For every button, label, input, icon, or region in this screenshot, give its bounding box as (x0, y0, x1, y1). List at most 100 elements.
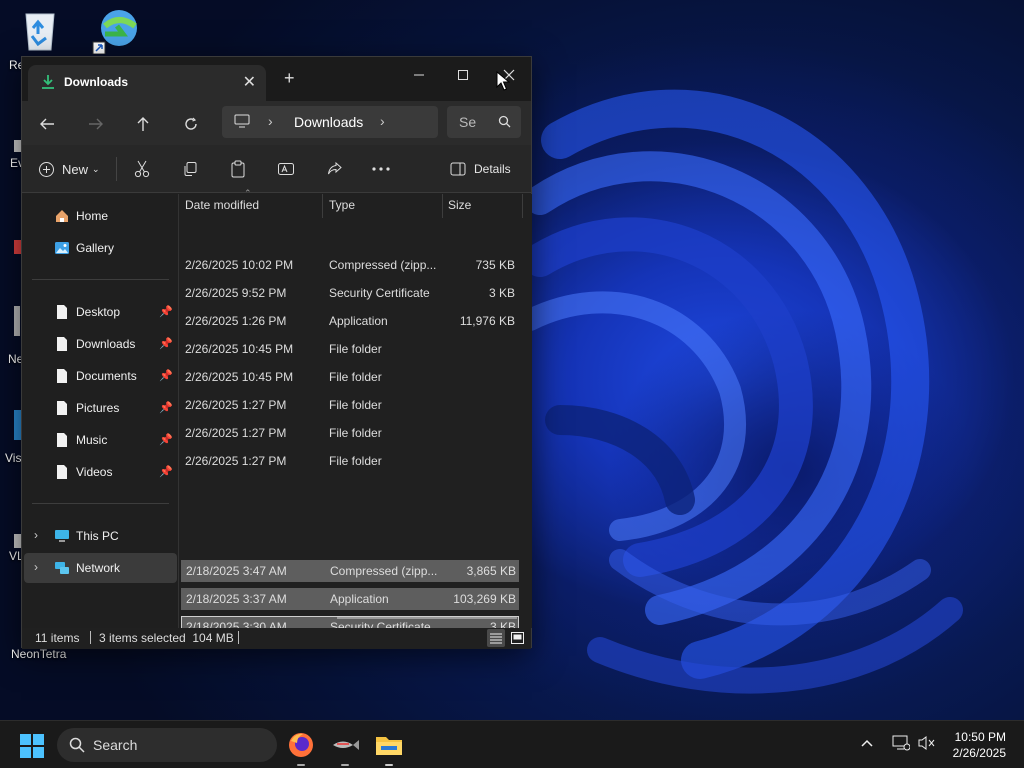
volume-muted-icon (918, 736, 935, 750)
rename-button[interactable] (277, 157, 295, 181)
up-button[interactable] (130, 111, 156, 137)
recycle-bin-icon[interactable] (20, 6, 60, 55)
nav-label-network: Network (76, 561, 121, 575)
details-view-button[interactable] (487, 629, 505, 647)
show-hidden-icons-button[interactable] (860, 737, 874, 751)
nav-label-gallery: Gallery (76, 241, 115, 255)
details-button[interactable]: Details (450, 157, 511, 181)
ne-app-icon[interactable] (14, 306, 20, 336)
download-manager-icon[interactable] (91, 8, 141, 57)
desktop-label-vis[interactable]: Vis (5, 451, 21, 465)
table-row[interactable]: 2/26/2025 10:45 PM File folder (180, 338, 518, 360)
pin-icon[interactable]: 📌 (159, 465, 173, 478)
tab-close-icon[interactable]: ✕ (243, 72, 256, 92)
breadcrumb-location[interactable]: Downloads (294, 114, 363, 130)
table-row[interactable]: 2/26/2025 10:02 PM Compressed (zipp... 7… (180, 254, 518, 276)
chevron-right-icon[interactable]: › (34, 560, 38, 574)
table-row[interactable]: 2/26/2025 1:27 PM File folder (180, 450, 518, 472)
column-divider[interactable] (442, 194, 443, 218)
network-monitor-icon (892, 735, 911, 751)
column-header-date[interactable]: Date modified (185, 194, 259, 218)
more-options-button[interactable] (372, 157, 390, 181)
start-button[interactable] (19, 733, 45, 759)
nav-item-gallery[interactable]: Gallery (24, 233, 177, 263)
cell-date: 2/26/2025 10:02 PM (185, 258, 294, 272)
nav-item-desktop[interactable]: Desktop 📌 (24, 297, 177, 327)
running-indicator (341, 764, 349, 766)
mouse-cursor-icon (496, 71, 510, 91)
nav-item-music[interactable]: Music 📌 (24, 425, 177, 455)
tab-downloads[interactable]: Downloads ✕ (28, 65, 266, 101)
nav-item-pictures[interactable]: Pictures 📌 (24, 393, 177, 423)
gallery-icon (55, 242, 69, 254)
tiles-view-icon (510, 632, 524, 644)
column-divider[interactable] (522, 194, 523, 218)
chevron-right-icon[interactable]: › (380, 113, 385, 129)
system-clock[interactable]: 10:50 PM 2/26/2025 (953, 729, 1006, 761)
breadcrumb[interactable]: › Downloads › (222, 106, 438, 138)
rename-icon (278, 163, 294, 175)
details-label: Details (474, 162, 511, 176)
nav-item-network[interactable]: › Network (24, 553, 177, 583)
table-row-selected[interactable]: 2/18/2025 3:37 AM Application 103,269 KB (181, 588, 519, 610)
share-button[interactable] (326, 157, 343, 181)
table-row[interactable]: 2/26/2025 1:27 PM File folder (180, 394, 518, 416)
nav-item-videos[interactable]: Videos 📌 (24, 457, 177, 487)
column-divider[interactable] (322, 194, 323, 218)
volume-button[interactable] (918, 735, 936, 754)
chevron-right-icon[interactable]: › (34, 528, 38, 542)
taskbar-firefox[interactable] (285, 729, 317, 766)
clock-time: 10:50 PM (954, 730, 1006, 744)
table-row[interactable]: 2/26/2025 9:52 PM Security Certificate 3… (180, 282, 518, 304)
taskbar-neontetra[interactable] (329, 729, 361, 766)
horizontal-scrollbar[interactable] (337, 617, 517, 619)
taskbar-search[interactable]: Search (57, 728, 277, 762)
status-divider (90, 631, 91, 644)
command-bar: New ⌄ Details (22, 145, 531, 193)
running-indicator (385, 764, 393, 766)
cell-size: 3 KB (488, 286, 515, 300)
minimize-button[interactable] (397, 61, 441, 89)
back-button[interactable] (34, 111, 60, 137)
taskbar-file-explorer[interactable] (373, 729, 405, 766)
table-row[interactable]: 2/26/2025 10:45 PM File folder (180, 366, 518, 388)
pin-icon[interactable]: 📌 (159, 401, 173, 414)
network-status-button[interactable] (892, 735, 911, 754)
new-label: New (62, 161, 89, 177)
nav-item-documents[interactable]: Documents 📌 (24, 361, 177, 391)
chevron-right-icon[interactable]: › (268, 113, 273, 129)
column-header-size[interactable]: Size (448, 194, 471, 218)
nav-item-downloads[interactable]: Downloads 📌 (24, 329, 177, 359)
cell-date: 2/26/2025 1:27 PM (185, 398, 287, 412)
nav-label-downloads: Downloads (76, 337, 136, 351)
tiles-view-button[interactable] (508, 629, 526, 647)
running-indicator (297, 764, 305, 766)
search-input[interactable]: Se (447, 106, 521, 138)
desktop-label-neontetra[interactable]: NeonTetra (11, 647, 66, 661)
pin-icon[interactable]: 📌 (159, 369, 173, 382)
maximize-button[interactable] (441, 61, 485, 89)
pin-icon[interactable]: 📌 (159, 433, 173, 446)
refresh-button[interactable] (178, 111, 204, 137)
file-explorer-window: Downloads ✕ + › Downloads › Se New ⌄ Det… (21, 56, 532, 649)
nav-item-home[interactable]: Home (24, 201, 177, 231)
cell-date: 2/26/2025 10:45 PM (185, 370, 294, 384)
column-header-type[interactable]: Type (329, 194, 355, 218)
forward-button[interactable] (83, 111, 109, 137)
cut-button[interactable] (134, 157, 150, 181)
status-bar: 11 items 3 items selected 104 MB (22, 628, 531, 649)
new-button[interactable]: New ⌄ (38, 157, 100, 181)
nav-item-this-pc[interactable]: › This PC (24, 521, 177, 551)
windows-logo-icon (20, 734, 44, 758)
table-row-selected[interactable]: 2/18/2025 3:47 AM Compressed (zipp... 3,… (181, 560, 519, 582)
paste-button[interactable] (230, 157, 246, 181)
pin-icon[interactable]: 📌 (159, 337, 173, 350)
file-icon (57, 337, 67, 351)
copy-button[interactable] (182, 157, 198, 181)
table-row[interactable]: 2/26/2025 1:26 PM Application 11,976 KB (180, 310, 518, 332)
download-icon (42, 75, 54, 89)
table-row[interactable]: 2/26/2025 1:27 PM File folder (180, 422, 518, 444)
pin-icon[interactable]: 📌 (159, 305, 173, 318)
nav-label-pictures: Pictures (76, 401, 120, 415)
new-tab-icon[interactable]: + (284, 69, 295, 87)
